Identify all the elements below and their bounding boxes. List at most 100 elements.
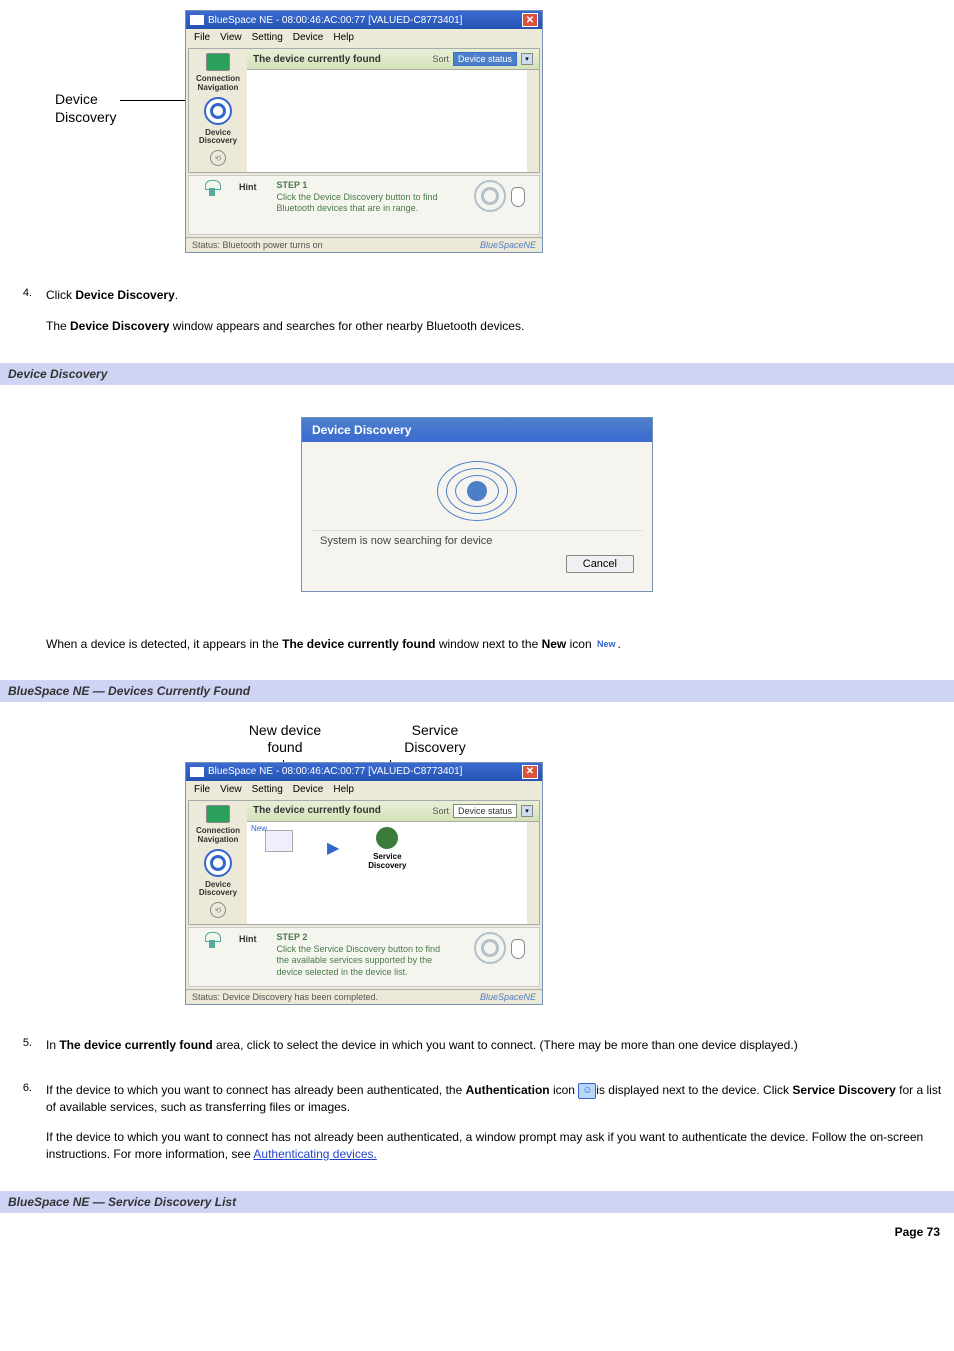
app-window-bluespace: BlueSpace NE - 08:00:46:AC:00:77 [VALUED… — [185, 10, 543, 253]
hint-graphic — [445, 932, 535, 964]
list-item-5: 5. In The device currently found area, c… — [10, 1037, 944, 1068]
new-tag: New — [251, 824, 267, 833]
authentication-icon: ☺ — [578, 1083, 596, 1099]
sidebar: Connection Navigation Device Discovery ⟲ — [189, 49, 247, 172]
menu-setting[interactable]: Setting — [248, 783, 287, 796]
sort-label: Sort — [432, 806, 449, 816]
dropdown-arrow-icon[interactable]: ▾ — [521, 805, 533, 817]
titlebar: BlueSpace NE - 08:00:46:AC:00:77 [VALUED… — [186, 763, 542, 781]
menu-file[interactable]: File — [190, 783, 214, 796]
step-header: STEP 2 — [277, 932, 446, 944]
hint-label: Hint — [239, 934, 257, 944]
sort-label: Sort — [432, 54, 449, 64]
service-discovery-label: Service Discovery — [368, 852, 406, 870]
device-list-area — [247, 70, 539, 172]
discovery-graphic-icon — [474, 180, 506, 212]
hint-bulb-wrap — [193, 180, 233, 200]
app-body: Connection Navigation Device Discovery ⟲… — [188, 800, 540, 925]
mouse-icon — [511, 187, 525, 207]
list-text: If the device to which you want to conne… — [46, 1082, 944, 1177]
header-row: The device currently found Sort Device s… — [247, 49, 539, 70]
connection-nav-label: Connection Navigation — [196, 75, 240, 93]
list-text: In The device currently found area, clic… — [46, 1037, 944, 1068]
menu-file[interactable]: File — [190, 31, 214, 44]
refresh-icon[interactable]: ⟲ — [210, 902, 226, 918]
menubar: File View Setting Device Help — [186, 29, 542, 46]
device-discovery-label: Device Discovery — [199, 881, 237, 899]
section-service-discovery-list: BlueSpace NE — Service Discovery List — [0, 1191, 954, 1213]
list-number: 4. — [10, 287, 46, 349]
titlebar-text: BlueSpace NE - 08:00:46:AC:00:77 [VALUED… — [208, 766, 522, 777]
figure-bluespace-main: Device Discovery BlueSpace NE - 08:00:46… — [0, 0, 954, 273]
new-icon: New — [595, 638, 618, 651]
menu-help[interactable]: Help — [329, 31, 358, 44]
app-icon — [190, 767, 204, 777]
header-row: The device currently found Sort Device s… — [247, 801, 539, 822]
document-body: 4. Click Device Discovery. The Device Di… — [0, 287, 954, 349]
callout-line — [120, 100, 190, 101]
device-item[interactable]: New — [251, 826, 307, 870]
service-discovery-button[interactable]: Service Discovery — [359, 826, 415, 870]
menu-device[interactable]: Device — [289, 31, 328, 44]
sidebar: Connection Navigation Device Discovery ⟲ — [189, 801, 247, 924]
service-discovery-icon — [375, 826, 399, 850]
hint-graphic — [445, 180, 535, 212]
link-authenticating-devices[interactable]: Authenticating devices. — [253, 1147, 376, 1161]
statusbar: Status: Bluetooth power turns on BlueSpa… — [186, 237, 542, 252]
close-button[interactable]: ✕ — [522, 13, 538, 27]
figure-devices-currently-found: New device found Service Discovery BlueS… — [0, 704, 954, 1023]
device-discovery-button[interactable] — [204, 97, 232, 125]
list-item-4: 4. Click Device Discovery. The Device Di… — [10, 287, 944, 349]
list-number: 5. — [10, 1037, 46, 1068]
device-discovery-label: Device Discovery — [199, 129, 237, 147]
hint-text: STEP 2 Click the Service Discovery butto… — [277, 932, 446, 979]
paragraph: When a device is detected, it appears in… — [10, 636, 944, 667]
dialog-button-row: Cancel — [312, 551, 642, 581]
hint-panel: Hint STEP 2 Click the Service Discovery … — [188, 927, 540, 987]
menu-view[interactable]: View — [216, 783, 246, 796]
dialog-body: System is now searching for device Cance… — [302, 442, 652, 591]
callout-new-device: New device found — [225, 722, 345, 756]
document-body: 5. In The device currently found area, c… — [0, 1037, 954, 1177]
app-icon — [190, 15, 204, 25]
hint-label: Hint — [239, 182, 257, 192]
menu-setting[interactable]: Setting — [248, 31, 287, 44]
menu-help[interactable]: Help — [329, 783, 358, 796]
titlebar-text: BlueSpace NE - 08:00:46:AC:00:77 [VALUED… — [208, 15, 522, 26]
app-body: Connection Navigation Device Discovery ⟲… — [188, 48, 540, 173]
page-footer: Page 73 — [0, 1215, 954, 1249]
hint-body: Click the Device Discovery button to fin… — [277, 192, 438, 214]
refresh-icon[interactable]: ⟲ — [210, 150, 226, 166]
list-number: 6. — [10, 1082, 46, 1177]
callout-device-discovery-label: Device Discovery — [55, 90, 116, 126]
titlebar: BlueSpace NE - 08:00:46:AC:00:77 [VALUED… — [186, 11, 542, 29]
dialog-title: Device Discovery — [302, 418, 652, 442]
connection-nav-button[interactable] — [206, 805, 230, 823]
lightbulb-icon — [205, 932, 221, 952]
menu-device[interactable]: Device — [289, 783, 328, 796]
connection-nav-button[interactable] — [206, 53, 230, 71]
menu-view[interactable]: View — [216, 31, 246, 44]
device-discovery-button[interactable] — [204, 849, 232, 877]
sort-dropdown[interactable]: Device status — [453, 52, 517, 66]
discovery-graphic-icon — [474, 932, 506, 964]
statusbar: Status: Device Discovery has been comple… — [186, 989, 542, 1004]
hint-body: Click the Service Discovery button to fi… — [277, 944, 441, 977]
figure-device-discovery-dialog: Device Discovery System is now searching… — [0, 387, 954, 622]
section-device-discovery: Device Discovery — [0, 363, 954, 385]
dropdown-arrow-icon[interactable]: ▾ — [521, 53, 533, 65]
connection-nav-label: Connection Navigation — [196, 827, 240, 845]
list-text: Click Device Discovery. The Device Disco… — [46, 287, 944, 349]
sort-dropdown[interactable]: Device status — [453, 804, 517, 818]
main-area: The device currently found Sort Device s… — [247, 801, 539, 924]
section-devices-found: BlueSpace NE — Devices Currently Found — [0, 680, 954, 702]
dialog-device-discovery: Device Discovery System is now searching… — [301, 417, 653, 592]
header-title: The device currently found — [253, 805, 432, 816]
close-button[interactable]: ✕ — [522, 765, 538, 779]
header-title: The device currently found — [253, 54, 432, 65]
list-item-6: 6. If the device to which you want to co… — [10, 1082, 944, 1177]
brand-text: BlueSpaceNE — [480, 240, 536, 250]
cancel-button[interactable]: Cancel — [566, 555, 634, 573]
hint-bulb-wrap — [193, 932, 233, 952]
lightbulb-icon — [205, 180, 221, 200]
